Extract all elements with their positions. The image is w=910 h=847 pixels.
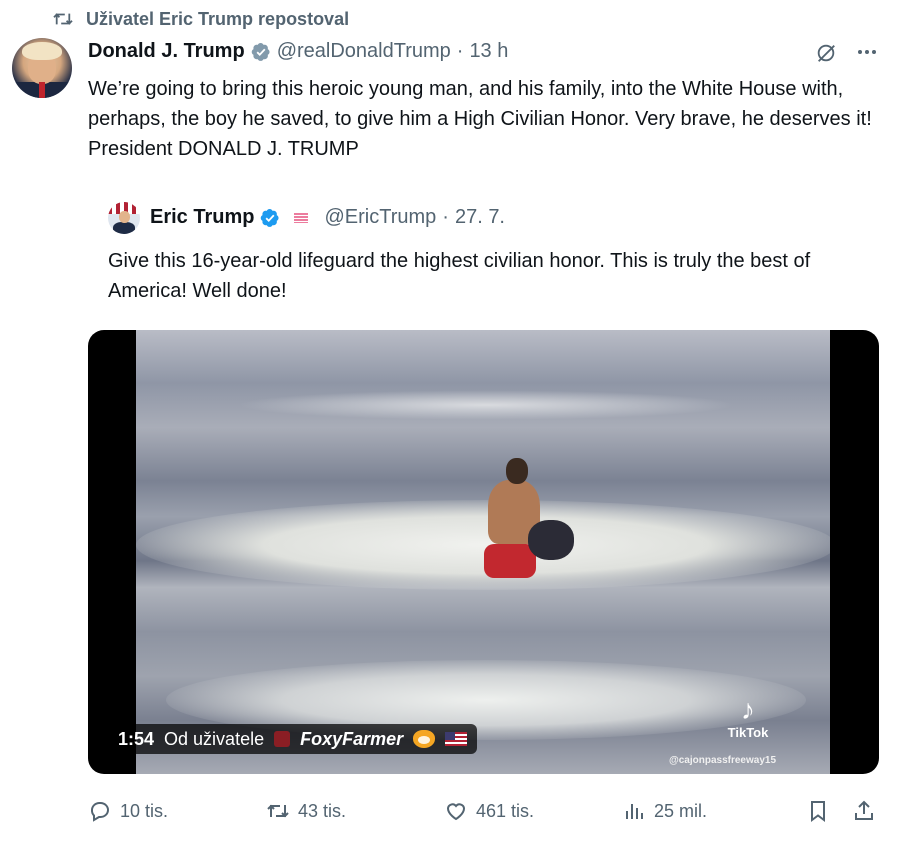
tweet-header: Donald J. Trump @realDonaldTrump · 13 h	[88, 40, 508, 63]
video-info-overlay: 1:54 Od uživatele FoxyFarmer	[110, 724, 478, 754]
quoted-author-handle[interactable]: @EricTrump	[324, 206, 436, 229]
reply-icon	[90, 802, 110, 822]
quoted-separator-dot: ·	[442, 206, 449, 228]
bookmark-button[interactable]	[806, 796, 830, 826]
video-watermark: @cajonpassfreeway15	[668, 755, 776, 766]
source-logo-icon	[274, 731, 291, 747]
tiktok-logo: ♪ TikTok	[726, 694, 770, 741]
separator-dot: ·	[456, 40, 464, 62]
repost-banner-text: Uživatel Eric Trump repostoval	[86, 8, 350, 29]
grok-icon[interactable]	[815, 42, 837, 64]
quoted-tweet-header: Eric Trump @EricTrump · 27. 7.	[150, 206, 505, 229]
us-flag-icon	[445, 732, 468, 746]
fox-icon	[413, 730, 436, 748]
tweet-timestamp[interactable]: 13 h	[469, 40, 508, 63]
lifeguard-figure	[476, 458, 586, 588]
tiktok-logo-text: TikTok	[727, 725, 769, 740]
reply-button[interactable]: 10 tis.	[88, 796, 168, 826]
views-button[interactable]: 25 mil.	[622, 796, 707, 826]
like-count: 461 tis.	[476, 800, 535, 821]
quoted-tweet[interactable]: Eric Trump @EricTrump · 27. 7. Give this…	[88, 188, 888, 788]
author-name[interactable]: Donald J. Trump	[88, 40, 245, 63]
action-bar: 10 tis. 43 tis. 461 tis. 25 mil.	[88, 796, 888, 826]
more-options-icon[interactable]	[852, 40, 882, 64]
share-icon	[855, 800, 873, 820]
video-player[interactable]: ♪ TikTok @cajonpassfreeway15 1:54 Od uži…	[88, 330, 879, 774]
video-frame: ♪ TikTok @cajonpassfreeway15	[136, 330, 830, 774]
quoted-author-name[interactable]: Eric Trump	[150, 206, 254, 229]
repost-count: 43 tis.	[298, 800, 347, 821]
like-button[interactable]: 461 tis.	[444, 796, 534, 826]
video-source-user[interactable]: FoxyFarmer	[300, 729, 403, 750]
share-button[interactable]	[852, 796, 876, 826]
tiktok-note-icon: ♪	[741, 694, 755, 725]
repost-icon	[53, 13, 73, 25]
reply-count: 10 tis.	[120, 800, 169, 821]
repost-button[interactable]: 43 tis.	[266, 796, 346, 826]
repost-banner[interactable]: Uživatel Eric Trump repostoval	[52, 8, 349, 30]
gray-verified-badge-icon[interactable]	[251, 42, 271, 62]
video-from-label: Od uživatele	[164, 728, 265, 749]
author-handle[interactable]: @realDonaldTrump	[277, 40, 451, 63]
tweet-text: We’re going to bring this heroic young m…	[88, 78, 872, 160]
blue-verified-badge-icon[interactable]	[260, 208, 280, 228]
views-count: 25 mil.	[654, 800, 708, 821]
views-icon	[626, 804, 643, 819]
quoted-avatar[interactable]	[108, 202, 140, 234]
affiliate-flag-icon	[294, 212, 309, 223]
bookmark-icon	[811, 801, 825, 822]
quoted-tweet-text: Give this 16-year-old lifeguard the high…	[108, 250, 811, 302]
repost-action-icon	[267, 804, 289, 818]
quoted-tweet-date[interactable]: 27. 7.	[455, 206, 505, 229]
avatar[interactable]	[12, 38, 72, 98]
video-duration: 1:54	[118, 728, 155, 749]
heart-icon	[446, 803, 466, 821]
